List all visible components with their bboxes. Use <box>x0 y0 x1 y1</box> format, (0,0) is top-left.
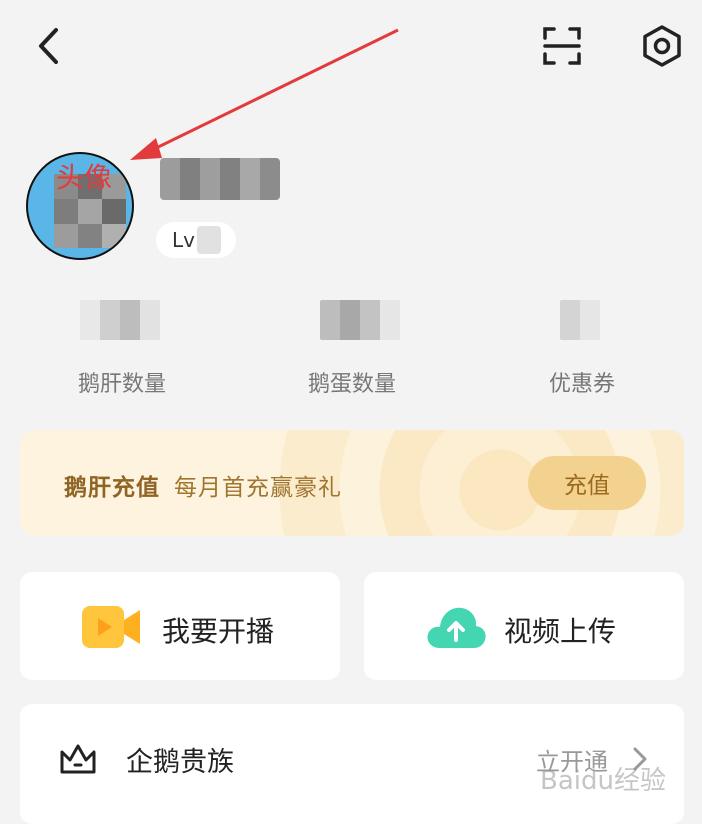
stat-value-obscured <box>80 300 160 340</box>
back-button[interactable] <box>28 26 68 66</box>
avatar[interactable]: 头像 <box>26 152 134 260</box>
stat-value-obscured <box>560 300 600 340</box>
settings-button[interactable] <box>638 22 686 70</box>
start-live-label: 我要开播 <box>162 615 275 648</box>
scan-icon <box>543 27 581 65</box>
baidu-watermark: Baidu经验 <box>540 766 666 796</box>
crown-icon <box>60 744 96 774</box>
recharge-button[interactable]: 充值 <box>528 456 646 510</box>
stat-label-coupon[interactable]: 优惠券 <box>512 366 652 398</box>
recharge-title: 鹅肝充值 <box>64 475 160 501</box>
hexagon-settings-icon <box>643 25 681 67</box>
video-camera-icon <box>82 606 140 648</box>
level-value-obscured <box>196 226 221 254</box>
chevron-left-icon <box>39 28 58 64</box>
scan-button[interactable] <box>538 22 586 70</box>
username-obscured <box>160 158 280 200</box>
stat-label-goose-egg[interactable]: 鹅蛋数量 <box>282 366 422 398</box>
recharge-subtitle: 每月首充赢豪礼 <box>174 475 342 501</box>
avatar-annotation-text: 头像 <box>56 161 113 194</box>
cloud-upload-icon <box>427 607 486 648</box>
vip-nobility-label: 企鹅贵族 <box>126 747 234 778</box>
level-prefix: Lv <box>172 228 195 252</box>
level-badge: Lv <box>156 222 236 258</box>
recharge-banner-text: 鹅肝充值 每月首充赢豪礼 <box>64 468 342 502</box>
stat-value-obscured <box>320 300 400 340</box>
stat-label-goose-liver[interactable]: 鹅肝数量 <box>52 366 192 398</box>
annotation-arrow <box>130 28 399 160</box>
video-upload-label: 视频上传 <box>504 615 617 648</box>
